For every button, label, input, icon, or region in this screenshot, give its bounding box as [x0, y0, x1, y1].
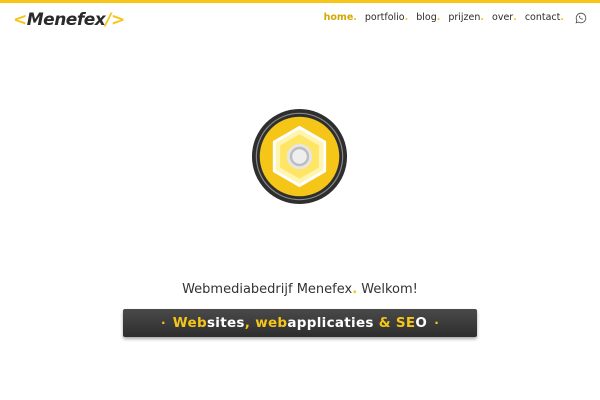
- tagline-ampersand: &: [373, 315, 396, 331]
- nav-item-prijzen[interactable]: prijzen.: [448, 12, 484, 23]
- nav-item-label: prijzen: [448, 12, 481, 23]
- main-nav: home. portfolio. blog. prijzen. over. co…: [324, 12, 564, 23]
- logo: <Menefex/>: [13, 8, 125, 32]
- logo-name: Menefex: [26, 10, 106, 30]
- tagline-banner: · Web sites, web applicaties & SE O ·: [123, 309, 477, 337]
- nav-item-dot: .: [560, 12, 564, 23]
- nav-item-label: home: [323, 12, 354, 23]
- nav-item-contact[interactable]: contact.: [525, 12, 564, 23]
- nav-item-dot: .: [436, 12, 441, 23]
- hex-nut-icon: [251, 108, 348, 205]
- page-headline: Webmediabedrijf Menefex. Welkom!: [0, 282, 600, 297]
- tagline-seo-highlight: SE: [395, 315, 416, 331]
- nav-item-label: over: [492, 12, 514, 23]
- logo-link[interactable]: <Menefex/>: [13, 8, 125, 32]
- logo-close-bracket: >: [110, 10, 125, 30]
- tagline-webapps-highlight: web: [255, 315, 288, 331]
- nav-item-label: contact: [524, 12, 561, 23]
- tagline-seo-rest: O: [415, 315, 428, 331]
- logo-open-bracket: <: [13, 10, 27, 30]
- nav-item-over[interactable]: over.: [492, 12, 517, 23]
- tagline-webapps-rest: applicaties: [287, 315, 374, 331]
- nav-item-home[interactable]: home.: [324, 12, 357, 23]
- headline-text: Webmediabedrijf Menefex: [182, 282, 353, 297]
- tagline-bullet-right: ·: [434, 316, 440, 330]
- tagline-bullet-left: ·: [160, 316, 166, 330]
- tagline-comma: ,: [244, 315, 256, 331]
- whatsapp-icon[interactable]: [575, 12, 587, 24]
- nav-item-dot: .: [353, 12, 357, 23]
- nav-item-blog[interactable]: blog.: [416, 12, 440, 23]
- nav-item-dot: .: [480, 12, 485, 23]
- tagline-websites-highlight: Web: [172, 315, 207, 331]
- nav-item-dot: .: [513, 12, 517, 23]
- nav-item-dot: .: [404, 12, 409, 23]
- nav-item-portfolio[interactable]: portfolio.: [365, 12, 408, 23]
- nav-item-label: blog: [416, 12, 437, 23]
- headline-welcome: Welkom!: [357, 282, 418, 297]
- tagline-websites-rest: sites: [206, 315, 245, 331]
- nav-item-label: portfolio: [364, 12, 405, 23]
- top-accent-bar: [0, 0, 600, 3]
